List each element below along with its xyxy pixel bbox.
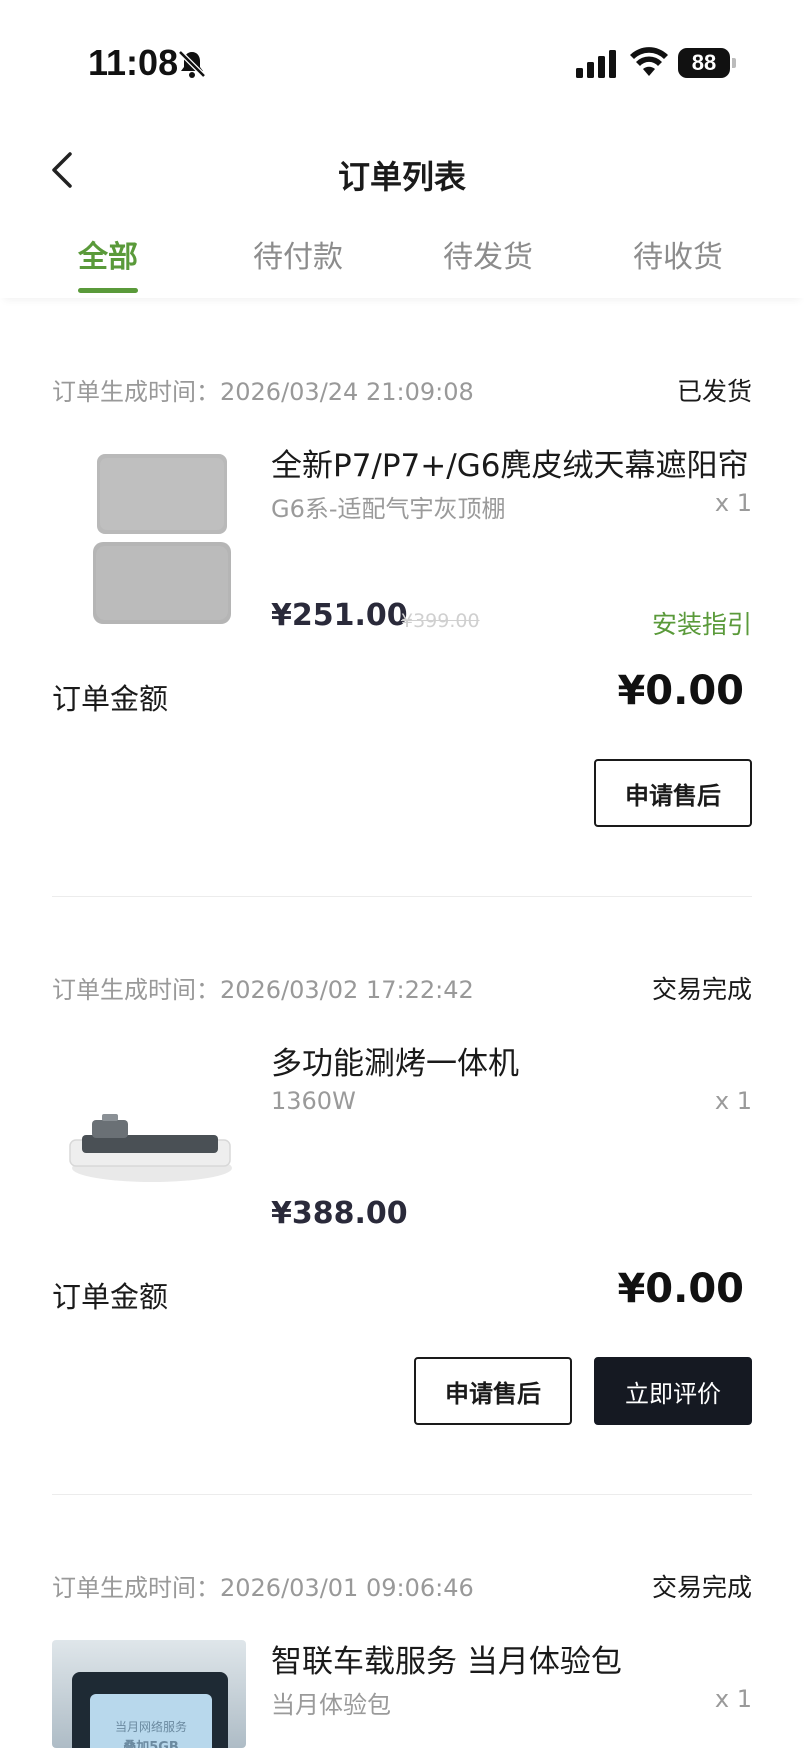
product-name[interactable]: 智联车载服务 当月体验包 [271, 1636, 622, 1681]
order-status: 交易完成 [651, 1573, 752, 1602]
order-time: 订单生成时间：2026/03/02 17:22:42 [52, 976, 474, 1004]
order-meta: 订单生成时间：2026/03/24 21:09:08 已发货 [52, 372, 752, 412]
product-image[interactable] [52, 442, 246, 636]
order-meta: 订单生成时间：2026/03/01 09:06:46 交易完成 [52, 1568, 752, 1608]
battery-indicator: 88 [678, 48, 736, 78]
order-time: 订单生成时间：2026/03/24 21:09:08 [52, 378, 474, 406]
product-name[interactable]: 全新P7/P7+/G6麂皮绒天幕遮阳帘 [271, 440, 748, 485]
order-amount-value: ¥0.00 [617, 668, 744, 714]
order-time: 订单生成时间：2026/03/01 09:06:46 [52, 1574, 474, 1602]
after-sales-button[interactable]: 申请售后 [414, 1357, 572, 1425]
product-spec: G6系-适配气宇灰顶棚 [271, 495, 506, 523]
tab-all[interactable]: 全部 [48, 232, 168, 276]
after-sales-button[interactable]: 申请售后 [594, 759, 752, 827]
order-tabs: 全部 待付款 待发货 待收货 [0, 226, 804, 298]
order-amount-label: 订单金额 [52, 1280, 169, 1314]
product-image[interactable]: 当月网络服务 叠加5GB [52, 1640, 246, 1748]
tab-pending-payment[interactable]: 待付款 [238, 232, 358, 276]
bell-muted-icon [178, 50, 206, 78]
order-card: 订单生成时间：2026/03/02 17:22:42 交易完成 多功能涮烤一体机… [52, 970, 752, 1490]
order-status: 已发货 [676, 377, 752, 406]
status-bar: 11:08 88 [0, 0, 804, 120]
wifi-icon [630, 47, 668, 76]
product-image[interactable] [52, 1040, 246, 1234]
product-name[interactable]: 多功能涮烤一体机 [271, 1038, 519, 1083]
order-meta: 订单生成时间：2026/03/02 17:22:42 交易完成 [52, 970, 752, 1010]
navigation-bar: 订单列表 [0, 130, 804, 210]
product-quantity: x 1 [714, 489, 752, 517]
page-title: 订单列表 [337, 158, 466, 196]
product-price: ¥388.00 [271, 1196, 408, 1231]
tab-pending-receipt[interactable]: 待收货 [618, 232, 738, 276]
active-tab-indicator [78, 288, 138, 293]
order-amount-value: ¥0.00 [617, 1266, 744, 1312]
thumb-caption-bold: 叠加5GB [123, 1740, 179, 1748]
product-spec: 当月体验包 [271, 1691, 391, 1719]
order-card: 订单生成时间：2026/03/24 21:09:08 已发货 全新P7/P7+/… [52, 372, 752, 892]
order-divider [52, 1494, 752, 1495]
product-quantity: x 1 [714, 1685, 752, 1713]
install-guide-link[interactable]: 安装指引 [652, 605, 752, 641]
review-now-button[interactable]: 立即评价 [594, 1357, 752, 1425]
thumb-caption: 当月网络服务 [114, 1720, 187, 1734]
tab-pending-shipment[interactable]: 待发货 [428, 232, 548, 276]
status-time: 11:08 [88, 42, 179, 83]
cellular-signal-icon [576, 50, 616, 78]
order-amount-label: 订单金额 [52, 682, 169, 716]
product-spec: 1360W [271, 1087, 356, 1115]
order-card: 订单生成时间：2026/03/01 09:06:46 交易完成 当月网络服务 叠… [52, 1568, 752, 1748]
order-divider [52, 896, 752, 897]
original-price: ¥399.00 [401, 610, 480, 632]
product-price: ¥251.00 [271, 598, 408, 633]
product-quantity: x 1 [714, 1087, 752, 1115]
order-status: 交易完成 [651, 975, 752, 1004]
